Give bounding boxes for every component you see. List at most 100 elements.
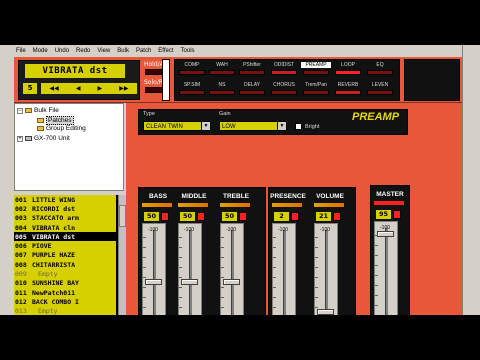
menu-undo[interactable]: Undo xyxy=(55,48,69,54)
scale-tick xyxy=(273,287,276,288)
fx-bottom-button-2[interactable] xyxy=(239,90,265,95)
slider-groove xyxy=(231,230,234,315)
prev-icon[interactable]: ◀ xyxy=(76,85,81,92)
patch-list-item[interactable]: 008 CHITARRISTA xyxy=(14,260,116,269)
next-fast-icon[interactable]: ▶▶ xyxy=(119,85,128,92)
menu-patch[interactable]: Patch xyxy=(136,48,151,54)
fx-bottom-button-6[interactable] xyxy=(367,90,393,95)
control-value-master[interactable]: 95 xyxy=(376,210,391,219)
slider-thumb[interactable] xyxy=(377,231,394,238)
patch-display: VIBRATA dst 5 ◀◀ ◀ ▶ ▶▶ xyxy=(18,60,140,100)
slider-thumb[interactable] xyxy=(223,279,240,285)
fx-bottom-button-0[interactable] xyxy=(179,90,205,95)
patch-list-item[interactable]: 006 PIOVE xyxy=(14,241,116,250)
collapse-icon[interactable]: − xyxy=(17,107,23,114)
fx-top-button-1[interactable] xyxy=(209,70,235,75)
slider-thumb[interactable] xyxy=(145,279,162,285)
menu-tools[interactable]: Tools xyxy=(181,48,195,54)
scale-tick xyxy=(273,307,276,308)
control-led-middle xyxy=(178,203,208,207)
next-icon[interactable]: ▶ xyxy=(98,85,103,92)
spin-up-icon[interactable] xyxy=(161,212,169,221)
patch-list-name: PURPLE HAZE xyxy=(32,251,76,260)
slider-thumb[interactable] xyxy=(181,279,198,285)
menu-mode[interactable]: Mode xyxy=(33,48,48,54)
scale-tick xyxy=(179,267,182,268)
scale-tick xyxy=(315,247,318,248)
patch-list: 001 LITTLE WING 002 RICORDI dst 003 STACCATO … xyxy=(14,195,116,315)
app-window: File Mode Undo Redo View Bulk Patch Effe… xyxy=(0,45,480,315)
prev-fast-icon[interactable]: ◀◀ xyxy=(50,85,59,92)
control-value-treble[interactable]: 50 xyxy=(222,212,237,221)
folder-open-icon xyxy=(37,118,44,123)
panel-title: PREAMP xyxy=(352,111,400,123)
menu-bulk[interactable]: Bulk xyxy=(117,48,129,54)
patch-list-scrollbar[interactable] xyxy=(118,195,126,315)
gain-select[interactable]: LOW ▼ xyxy=(219,121,287,131)
tree-device[interactable]: + GX-700 Unit xyxy=(17,135,70,142)
scale-tick xyxy=(221,287,224,288)
tree-item-group-label: Group Editing xyxy=(46,125,86,132)
patch-list-item[interactable]: 004 VIBRATA cln xyxy=(14,223,116,232)
scale-tick xyxy=(179,277,182,278)
spin-up-icon[interactable] xyxy=(239,212,247,221)
fx-top-button-6[interactable] xyxy=(367,70,393,75)
patch-list-item[interactable]: 012 BACK COMBO I xyxy=(14,297,116,306)
fx-bottom-button-5[interactable] xyxy=(335,90,361,95)
spin-up-icon[interactable] xyxy=(197,212,205,221)
scale-tick xyxy=(375,255,378,256)
fx-top-button-4[interactable] xyxy=(303,70,329,75)
type-select[interactable]: CLEAN TWIN ▼ xyxy=(143,121,211,131)
fx-top-button-0[interactable] xyxy=(179,70,205,75)
scale-tick xyxy=(375,295,378,296)
slider-thumb[interactable] xyxy=(317,308,334,315)
tree-root[interactable]: − Bulk File xyxy=(17,107,59,114)
menu-view[interactable]: View xyxy=(97,48,110,54)
side-panel xyxy=(462,45,480,315)
spin-up-icon[interactable] xyxy=(291,212,299,221)
control-value-middle[interactable]: 50 xyxy=(180,212,195,221)
patch-list-item[interactable]: 011 NewPatch011 xyxy=(14,288,116,297)
tree-item-patches[interactable]: Patches xyxy=(37,116,74,125)
control-value-volume[interactable]: 21 xyxy=(316,212,331,221)
fx-top-button-3[interactable] xyxy=(271,70,297,75)
patch-name-display: VIBRATA dst xyxy=(25,64,125,78)
tree-item-group[interactable]: Group Editing xyxy=(37,125,86,132)
menu-effect[interactable]: Effect xyxy=(158,48,173,54)
patch-list-item[interactable]: 010 SUNSHINE BAY xyxy=(14,279,116,288)
control-value-bass[interactable]: 50 xyxy=(144,212,159,221)
control-value-presence[interactable]: 2 xyxy=(274,212,289,221)
scroll-thumb[interactable] xyxy=(119,205,126,227)
spin-up-icon[interactable] xyxy=(333,212,341,221)
folder-icon xyxy=(25,108,32,113)
scale-tick xyxy=(221,257,224,258)
slider-groove xyxy=(153,230,156,315)
chain-scroll[interactable] xyxy=(162,59,170,101)
scale-top: -100 xyxy=(148,227,159,233)
scale-top: -100 xyxy=(226,227,237,233)
menu-redo[interactable]: Redo xyxy=(76,48,90,54)
patch-list-item[interactable]: 002 RICORDI dst xyxy=(14,204,116,213)
scale-top: -100 xyxy=(278,227,289,233)
fx-bottom-button-3[interactable] xyxy=(271,90,297,95)
menu-file[interactable]: File xyxy=(16,48,26,54)
patch-list-item[interactable]: 009 Empty xyxy=(14,269,116,278)
patch-list-item[interactable]: 007 PURPLE HAZE xyxy=(14,251,116,260)
scale-tick xyxy=(179,307,182,308)
folder-icon xyxy=(37,126,44,131)
fx-bottom-button-4[interactable] xyxy=(303,90,329,95)
patch-list-item[interactable]: 005 VIBRATA dst xyxy=(14,232,116,242)
expand-icon[interactable]: + xyxy=(17,135,23,142)
patch-list-item[interactable]: 013 Empty xyxy=(14,307,116,315)
patch-list-item[interactable]: 001 LITTLE WING xyxy=(14,195,116,204)
bright-checkbox[interactable] xyxy=(295,123,302,130)
fx-bottom-button-1[interactable] xyxy=(209,90,235,95)
fx-top-button-2[interactable] xyxy=(239,70,265,75)
scale-tick xyxy=(221,277,224,278)
scale-tick xyxy=(143,297,146,298)
gain-label: Gain xyxy=(219,111,231,117)
patch-list-item[interactable]: 003 STACCATO arm xyxy=(14,214,116,223)
patch-list-number: 011 xyxy=(15,288,27,297)
fx-top-button-5[interactable] xyxy=(335,70,361,75)
spin-up-icon[interactable] xyxy=(393,210,401,219)
